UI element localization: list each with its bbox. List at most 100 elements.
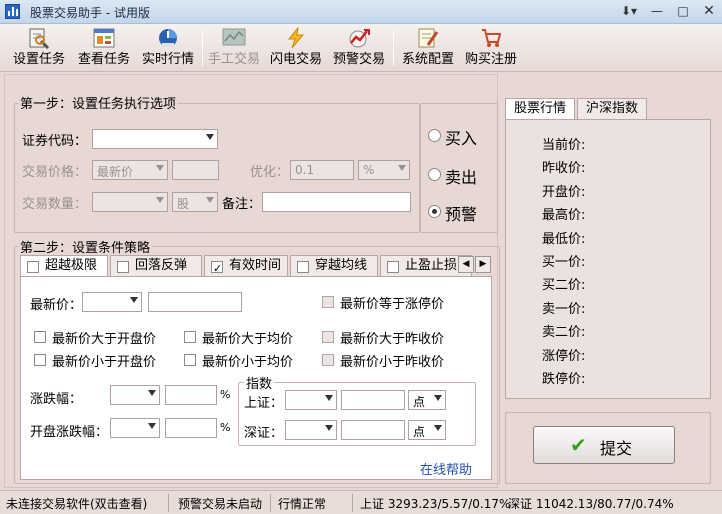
price-type-combo[interactable]: 最新价: [92, 160, 168, 180]
alert-status: 预警交易未启动: [178, 497, 263, 511]
quote-field: 买二价:: [542, 278, 586, 294]
cond-lt-avg-checkbox[interactable]: [184, 354, 196, 366]
latest-price-label: 最新价：: [30, 298, 83, 313]
alert-radio[interactable]: [428, 205, 441, 218]
cond-label: 最新价小于均价: [202, 355, 294, 370]
toolbar-label: 预警交易: [332, 52, 385, 67]
sh-index-status: 上证 3293.23/5.57/0.17%: [360, 497, 511, 511]
toolbar: 设置任务 查看任务 实时行情 手工交易 闪电交易 预警交易 系统配置 购买注册: [0, 24, 722, 72]
view-task-icon: [93, 28, 115, 48]
sh-index-label: 上证：: [244, 396, 284, 411]
sh-point-combo[interactable]: 点: [408, 390, 446, 410]
sz-point-combo[interactable]: 点: [408, 420, 446, 440]
quote-tabs: 股票行情 沪深指数: [505, 98, 711, 120]
quote-field: 卖一价:: [542, 301, 586, 317]
tab-checkbox[interactable]: [297, 261, 309, 273]
percent-unit: %: [220, 388, 231, 401]
checkmark-icon: ✔: [570, 433, 587, 457]
toolbar-label: 实时行情: [141, 52, 194, 67]
quote-field: 涨停价:: [542, 348, 586, 364]
tab-valid-time[interactable]: 有效时间: [204, 255, 288, 277]
cond-label: 最新价小于开盘价: [52, 355, 157, 370]
toolbar-view-task[interactable]: 查看任务: [73, 24, 135, 72]
tab-stock-quote[interactable]: 股票行情: [505, 98, 575, 120]
sz-index-label: 深证：: [244, 426, 284, 441]
security-code-combo[interactable]: [92, 129, 218, 149]
limit-up-checkbox[interactable]: [322, 296, 334, 308]
toolbar-purchase-register[interactable]: 购买注册: [461, 24, 521, 72]
tab-checkbox[interactable]: [117, 261, 129, 273]
tab-scroll-right-button[interactable]: ▶: [475, 256, 491, 273]
change-input[interactable]: [165, 385, 217, 405]
tab-scroll-left-button[interactable]: ◀: [458, 256, 474, 273]
open-change-input[interactable]: [165, 418, 217, 438]
window-title: 股票交易助手 - 试用版: [30, 6, 150, 20]
lightning-trade-icon: [287, 27, 305, 49]
step2-title: 第二步：设置条件策略: [18, 237, 153, 256]
optimize-input[interactable]: 0.1: [290, 160, 354, 180]
open-change-label: 开盘涨跌幅：: [30, 425, 109, 440]
minimize-button[interactable]: —: [644, 2, 670, 20]
open-change-combo[interactable]: [110, 418, 160, 438]
qty-unit-combo[interactable]: 股: [172, 192, 218, 212]
cond-lt-prevclose-checkbox[interactable]: [322, 354, 334, 366]
sh-index-input[interactable]: [341, 390, 405, 410]
cond-gt-avg-checkbox[interactable]: [184, 331, 196, 343]
cond-gt-prevclose-checkbox[interactable]: [322, 331, 334, 343]
sell-label: 卖出: [445, 168, 478, 187]
buy-radio[interactable]: [428, 129, 441, 142]
manual-trade-icon: [222, 28, 246, 46]
sz-index-input[interactable]: [341, 420, 405, 440]
cond-label: 最新价大于均价: [202, 332, 294, 347]
quote-panel: 当前价: 昨收价: 开盘价: 最高价: 最低价: 买一价: 买二价: 卖一价: …: [505, 119, 711, 399]
cond-gt-open-checkbox[interactable]: [34, 331, 46, 343]
quote-fields: 当前价: 昨收价: 开盘价: 最高价: 最低价: 买一价: 买二价: 卖一价: …: [542, 134, 585, 391]
security-code-label: 证券代码：: [22, 134, 88, 149]
tab-checkbox[interactable]: [27, 261, 39, 273]
qty-combo[interactable]: [92, 192, 168, 212]
toolbar-label: 闪电交易: [269, 52, 322, 67]
online-help-link[interactable]: 在线帮助: [420, 459, 472, 478]
step1-title: 第一步：设置任务执行选项: [18, 93, 179, 112]
cond-lt-open-checkbox[interactable]: [34, 354, 46, 366]
toolbar-lightning-trade[interactable]: 闪电交易: [266, 24, 326, 72]
toolbar-system-config[interactable]: 系统配置: [397, 24, 459, 72]
cond-label: 最新价大于昨收价: [340, 332, 445, 347]
cond-label: 最新价大于开盘价: [52, 332, 157, 347]
price-input[interactable]: [172, 160, 219, 180]
close-button[interactable]: ✕: [696, 2, 722, 20]
maximize-button[interactable]: □: [670, 2, 696, 20]
toolbar-realtime-quote[interactable]: 实时行情: [137, 24, 199, 72]
quote-field: 昨收价:: [542, 161, 586, 177]
toolbar-label: 购买注册: [464, 52, 517, 67]
settings-task-icon: [29, 28, 50, 49]
tab-exceed-limit[interactable]: 超越极限: [20, 255, 108, 277]
note-input[interactable]: [262, 192, 411, 212]
tab-pullback-rebound[interactable]: 回落反弹: [110, 255, 202, 277]
tab-checkbox[interactable]: [211, 259, 223, 277]
toolbar-settings-task[interactable]: 设置任务: [8, 24, 70, 72]
toolbar-alert-trade[interactable]: 预警交易: [329, 24, 389, 72]
tab-index-quote[interactable]: 沪深指数: [577, 98, 647, 120]
toolbar-separator: [393, 30, 394, 66]
connection-status[interactable]: 未连接交易软件(双击查看): [6, 495, 147, 512]
sh-index-combo[interactable]: [285, 390, 337, 410]
skin-menu-icon[interactable]: ⬇▾: [616, 2, 642, 20]
tab-checkbox[interactable]: [387, 261, 399, 273]
latest-price-combo[interactable]: [82, 292, 142, 312]
trade-qty-label: 交易数量：: [22, 197, 88, 212]
sz-index-status: 深证 11042.13/80.77/0.74%: [508, 497, 674, 511]
sz-index-combo[interactable]: [285, 420, 337, 440]
sell-radio[interactable]: [428, 168, 441, 181]
market-status: 行情正常: [278, 497, 327, 511]
toolbar-separator: [202, 30, 203, 66]
latest-price-input[interactable]: [148, 292, 242, 312]
optimize-unit-combo[interactable]: %: [358, 160, 410, 180]
tab-cross-ma[interactable]: 穿越均线: [290, 255, 378, 277]
cond-label: 最新价小于昨收价: [340, 355, 445, 370]
change-combo[interactable]: [110, 385, 160, 405]
toolbar-manual-trade[interactable]: 手工交易: [205, 24, 263, 72]
submit-button[interactable]: ✔ 提交: [533, 426, 675, 464]
submit-label: 提交: [600, 439, 633, 458]
toolbar-label: 设置任务: [12, 52, 65, 67]
